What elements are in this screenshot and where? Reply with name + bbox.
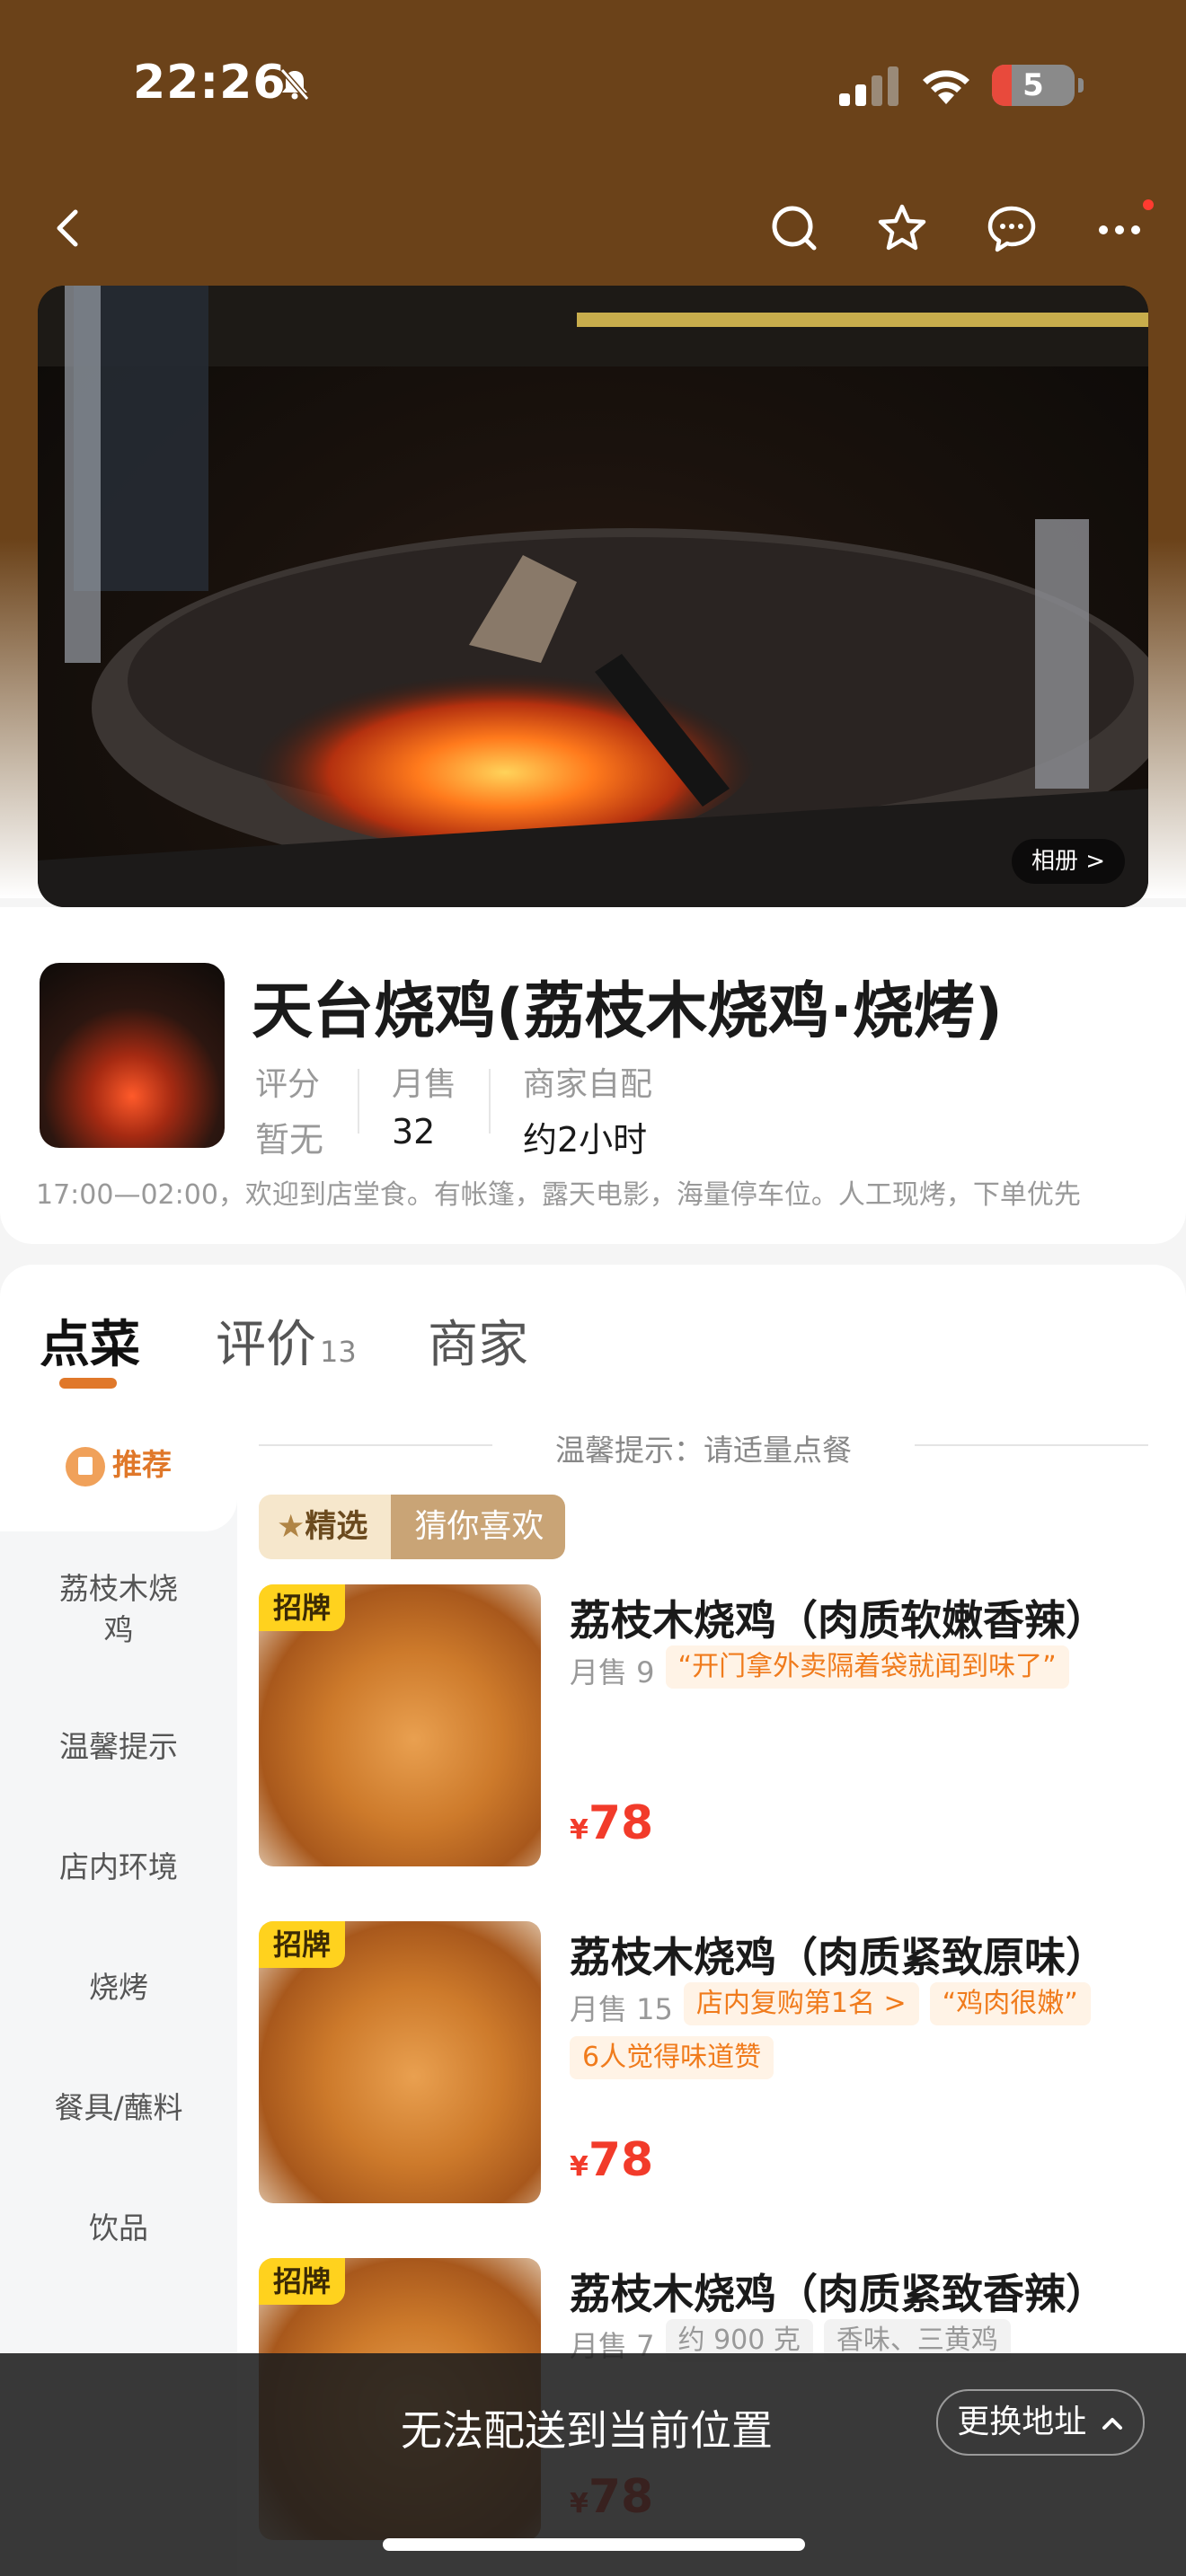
dish-sales: 月售 9 [570,1655,655,1689]
stat-label: 商家自配 [523,1066,653,1103]
featured-label: ★精选 [259,1495,392,1559]
store-info-card: 天台烧鸡(荔枝木烧鸡·烧烤) 评分 暂无 月售 32 商家自配 约2小时 17:… [0,907,1186,1244]
sidebar-item-label: 店内环境 [59,1849,178,1884]
menu-item[interactable]: 招牌 荔枝木烧鸡（肉质软嫩香辣） 月售 9 “开门拿外卖隔着袋就闻到味了” ¥78 [259,1584,1157,1872]
star-icon: ★ [277,1509,305,1545]
dish-price: ¥78 [570,1796,653,1850]
more-icon [1099,225,1140,234]
store-page: 22:26 5 相册 > 天台烧鸡(荔枝木烧鸡·烧烤) 评分 暂无 月售 32 … [0,0,1186,2576]
signature-badge: 招牌 [259,2258,345,2305]
dish-name: 荔枝木烧鸡（肉质软嫩香辣） [570,1596,1107,1645]
store-hero-photo[interactable]: 相册 > [38,286,1148,907]
currency-symbol: ¥ [570,1814,589,1846]
back-icon [57,209,78,247]
tab-label: 点菜 [40,1316,140,1374]
sidebar-item-utensils[interactable]: 餐具/蘸料 [0,2087,237,2129]
bell-slash-icon [279,68,310,101]
price-value: 78 [588,2133,654,2187]
repurchase-rank-chip[interactable]: 店内复购第1名 > [683,1982,919,2025]
status-time: 22:26 [133,56,287,110]
cellular-signal-icon [839,65,900,106]
stat-rating: 评分 暂无 [255,1058,323,1161]
sidebar-item-environment[interactable]: 店内环境 [0,1847,237,1888]
stat-label: 评分 [255,1066,321,1103]
featured-tag[interactable]: ★精选 猜你喜欢 [259,1495,566,1559]
sidebar-item-drinks[interactable]: 饮品 [0,2208,237,2249]
guess-you-like-label: 猜你喜欢 [391,1495,566,1559]
wifi-icon [923,70,969,104]
signature-badge: 招牌 [259,1921,345,1968]
tab-label: 评价 [216,1316,316,1374]
dish-price: ¥78 [570,2133,653,2187]
store-description: 17:00—02:00，欢迎到店堂食。有帐篷，露天电影，海量停车位。人工现烤，下… [36,1179,1081,1211]
stat-delivery: 商家自配 约2小时 [523,1058,652,1161]
review-quote-chip: “开门拿外卖隔着袋就闻到味了” [665,1645,1069,1689]
stat-value: 约2小时 [523,1120,648,1160]
campfire-grill-illustration [38,286,1148,907]
sidebar-item-label: 饮品 [89,2210,148,2245]
sidebar-item-bbq[interactable]: 烧烤 [0,1967,237,2008]
currency-symbol: ¥ [570,2151,589,2183]
album-button[interactable]: 相册 > [1011,839,1125,884]
status-bar: 22:26 5 [0,0,1186,171]
chat-icon [987,206,1036,252]
taste-praise-chip: 6人觉得味道赞 [570,2036,774,2079]
sidebar-item-label: 餐具/蘸料 [54,2090,183,2125]
dish-meta: 月售 9 “开门拿外卖隔着袋就闻到味了” [570,1645,1163,1699]
stat-label: 月售 [392,1066,457,1103]
active-tab-indicator [59,1378,117,1389]
search-button[interactable] [766,199,823,257]
dish-name: 荔枝木烧鸡（肉质紧致原味） [570,1933,1107,1981]
dish-meta: 月售 15 店内复购第1名 > “鸡肉很嫩” 6人觉得味道赞 [570,1982,1163,2090]
sidebar-item-tips[interactable]: 温馨提示 [0,1726,237,1768]
delivery-message: 无法配送到当前位置 [401,2406,773,2455]
back-button[interactable] [40,199,97,257]
dish-sales: 月售 15 [570,1992,673,2026]
sidebar-item-lychee-chicken[interactable]: 荔枝木烧鸡 [51,1568,186,1651]
change-address-label: 更换地址 [957,2404,1087,2440]
nav-bar [0,189,1186,269]
tab-label: 商家 [428,1316,528,1374]
tab-order[interactable]: 点菜 [40,1304,140,1377]
more-button[interactable] [1091,199,1154,257]
home-indicator[interactable] [383,2538,805,2551]
review-quote-chip: “鸡肉很嫩” [929,1982,1091,2025]
tip-text: 温馨提示：请适量点餐 [555,1433,852,1468]
divider [489,1069,491,1134]
stat-monthly-sales: 月售 32 [392,1058,456,1151]
price-value: 78 [588,1796,654,1850]
notification-dot [1143,199,1154,210]
bookmark-icon [66,1446,105,1486]
sidebar-item-label: 烧烤 [89,1970,148,2005]
chevron-up-icon [1102,2418,1122,2430]
battery-icon: 5 [992,65,1084,106]
stat-value: 32 [392,1112,436,1151]
sidebar-item-label: 荔枝木烧鸡 [59,1571,178,1647]
review-count: 13 [320,1335,357,1369]
favorite-button[interactable] [873,199,931,257]
change-address-button[interactable]: 更换地址 [936,2389,1145,2456]
sidebar-item-label: 推荐 [112,1447,172,1482]
tab-reviews[interactable]: 评价 13 [216,1304,357,1377]
sidebar-item-label: 温馨提示 [59,1729,178,1764]
search-icon [772,206,817,251]
signature-badge: 招牌 [259,1584,345,1631]
featured-text: 精选 [305,1509,368,1545]
store-name: 天台烧鸡(荔枝木烧鸡·烧烤) [252,976,1003,1047]
dish-name: 荔枝木烧鸡（肉质紧致香辣） [570,2270,1107,2318]
divider [915,1444,1148,1446]
stat-value: 暂无 [255,1120,324,1160]
star-icon [878,204,926,251]
store-logo [40,963,225,1148]
chat-button[interactable] [983,199,1040,257]
menu-tip: 温馨提示：请适量点餐 [259,1426,1148,1468]
menu-item[interactable]: 招牌 荔枝木烧鸡（肉质紧致原味） 月售 15 店内复购第1名 > “鸡肉很嫩” 6人觉… [259,1921,1157,2209]
sidebar-item-recommend[interactable]: 推荐 [0,1444,237,1486]
battery-level: 5 [1022,67,1044,103]
divider [358,1069,359,1134]
tab-merchant[interactable]: 商家 [428,1304,528,1377]
